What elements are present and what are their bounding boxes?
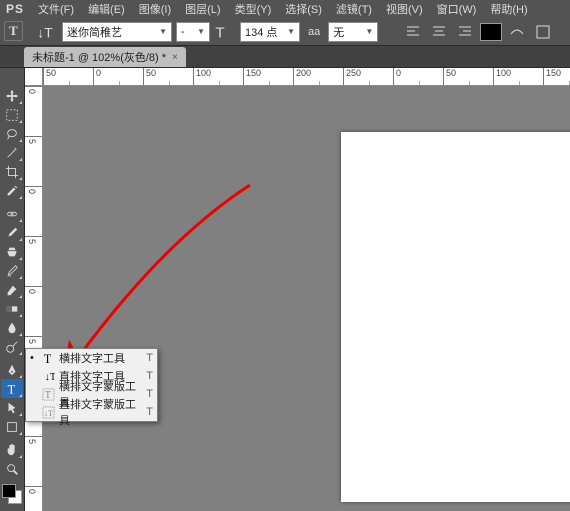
svg-text:T: T — [43, 352, 51, 365]
hand-tool[interactable] — [1, 440, 23, 459]
pen-tool[interactable] — [1, 360, 23, 379]
tools-panel: T — [0, 68, 25, 511]
menu-type[interactable]: 类型(Y) — [235, 1, 272, 17]
menu-image[interactable]: 图像(I) — [139, 1, 171, 17]
horizontal-type-icon: T — [40, 352, 56, 365]
zoom-tool[interactable] — [1, 459, 23, 478]
gradient-tool[interactable] — [1, 299, 23, 318]
document-tab-title: 未标题-1 @ 102%(灰色/8) * — [32, 49, 166, 65]
type-tool-flyout: T 横排文字工具 T ↓T 直排文字工具 T T 横排文字蒙版工具 T ↓T 直… — [25, 348, 158, 422]
crop-tool[interactable] — [1, 162, 23, 181]
menu-select[interactable]: 选择(S) — [285, 1, 322, 17]
foreground-color-swatch[interactable] — [2, 484, 16, 498]
magic-wand-tool[interactable] — [1, 143, 23, 162]
vertical-ruler[interactable]: 0 5 0 5 0 5 0 5 0 — [25, 86, 43, 511]
character-panel-button[interactable] — [532, 22, 554, 42]
flyout-vertical-type-mask[interactable]: ↓T 直排文字蒙版工具 T — [26, 403, 157, 421]
history-brush-tool[interactable] — [1, 261, 23, 280]
vertical-type-mask-icon: ↓T — [40, 406, 56, 419]
text-color-swatch[interactable] — [480, 23, 502, 41]
align-center-button[interactable] — [428, 22, 450, 42]
font-style-value: - — [181, 26, 185, 38]
document-tab-bar: 未标题-1 @ 102%(灰色/8) * × — [0, 46, 570, 68]
ruler-origin[interactable] — [25, 68, 43, 86]
align-left-button[interactable] — [402, 22, 424, 42]
menu-edit[interactable]: 编辑(E) — [88, 1, 125, 17]
healing-brush-tool[interactable] — [1, 204, 23, 223]
chevron-down-icon: ▼ — [197, 27, 205, 36]
chevron-down-icon: ▼ — [287, 27, 295, 36]
vertical-type-icon: ↓T — [40, 370, 56, 383]
color-swatches[interactable] — [2, 484, 22, 504]
flyout-horizontal-type[interactable]: T 横排文字工具 T — [26, 349, 157, 367]
font-size-value: 134 点 — [245, 24, 277, 40]
svg-text:↓T: ↓T — [37, 25, 53, 40]
close-icon[interactable]: × — [172, 52, 178, 63]
svg-text:T: T — [215, 24, 224, 41]
menu-file[interactable]: 文件(F) — [38, 1, 74, 17]
font-size-dropdown[interactable]: 134 点 ▼ — [240, 22, 300, 42]
svg-text:T: T — [8, 382, 16, 396]
canvas-area: 50 0 50 100 150 200 250 0 50 100 150 200… — [25, 68, 570, 511]
menu-view[interactable]: 视图(V) — [386, 1, 423, 17]
move-tool[interactable] — [1, 86, 23, 105]
lasso-tool[interactable] — [1, 124, 23, 143]
clone-stamp-tool[interactable] — [1, 242, 23, 261]
svg-text:T: T — [44, 390, 51, 401]
brush-tool[interactable] — [1, 223, 23, 242]
menu-layer[interactable]: 图层(L) — [185, 1, 220, 17]
shape-tool[interactable] — [1, 417, 23, 436]
text-orientation-toggle[interactable]: ↓T — [36, 22, 58, 42]
align-right-button[interactable] — [454, 22, 476, 42]
tool-preset-picker[interactable]: T — [4, 21, 32, 43]
canvas-background[interactable] — [43, 86, 570, 511]
document-canvas[interactable] — [341, 132, 570, 502]
workspace: T 50 0 50 100 150 200 250 0 50 100 150 2… — [0, 68, 570, 511]
font-family-value: 迷你简稚艺 — [67, 24, 122, 40]
menu-filter[interactable]: 滤镜(T) — [336, 1, 372, 17]
blur-tool[interactable] — [1, 318, 23, 337]
warp-text-button[interactable] — [506, 22, 528, 42]
svg-text:↓T: ↓T — [44, 372, 54, 383]
menu-window[interactable]: 窗口(W) — [437, 1, 477, 17]
font-style-dropdown[interactable]: - ▼ — [176, 22, 210, 42]
menu-bar: PS 文件(F) 编辑(E) 图像(I) 图层(L) 类型(Y) 选择(S) 滤… — [0, 0, 570, 18]
eraser-tool[interactable] — [1, 280, 23, 299]
antialias-dropdown[interactable]: 无 ▼ — [328, 22, 378, 42]
font-size-icon: T — [214, 22, 236, 42]
document-tab[interactable]: 未标题-1 @ 102%(灰色/8) * × — [24, 47, 186, 67]
type-tool[interactable]: T — [1, 379, 23, 398]
eyedropper-tool[interactable] — [1, 181, 23, 200]
horizontal-type-mask-icon: T — [40, 388, 56, 401]
chevron-down-icon: ▼ — [159, 27, 167, 36]
marquee-tool[interactable] — [1, 105, 23, 124]
menu-help[interactable]: 帮助(H) — [490, 1, 527, 17]
antialias-value: 无 — [333, 24, 344, 40]
svg-text:↓T: ↓T — [43, 409, 52, 418]
antialias-label: aa — [304, 26, 324, 38]
options-bar: T ↓T 迷你简稚艺 ▼ - ▼ T 134 点 ▼ aa 无 ▼ — [0, 18, 570, 46]
app-logo: PS — [6, 2, 24, 16]
dodge-tool[interactable] — [1, 337, 23, 356]
chevron-down-icon: ▼ — [365, 27, 373, 36]
font-family-dropdown[interactable]: 迷你简稚艺 ▼ — [62, 22, 172, 42]
path-selection-tool[interactable] — [1, 398, 23, 417]
horizontal-ruler[interactable]: 50 0 50 100 150 200 250 0 50 100 150 200… — [43, 68, 570, 86]
